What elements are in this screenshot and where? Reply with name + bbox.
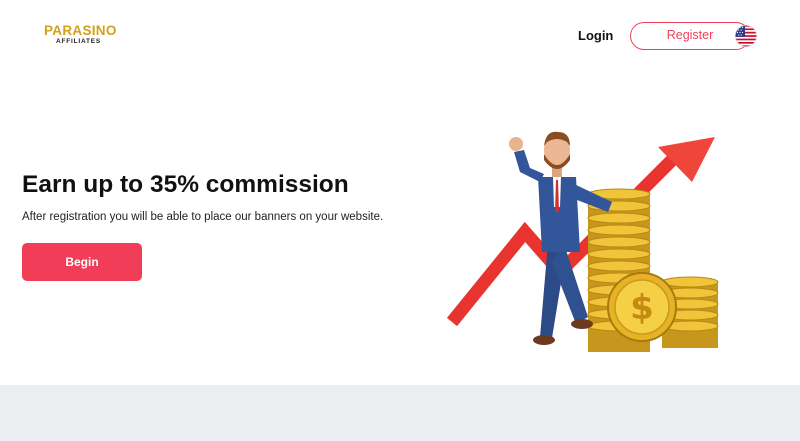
- hero-subtitle: After registration you will be able to p…: [22, 211, 384, 223]
- svg-text:$: $: [630, 288, 654, 328]
- hero-section: Earn up to 35% commission After registra…: [0, 72, 800, 385]
- hero-title: Earn up to 35% commission: [22, 171, 349, 198]
- lower-section-band: [0, 385, 800, 441]
- businessman-coins-arrow-illustration: $: [446, 131, 719, 352]
- logo-subtitle: AFFILIATES: [56, 38, 102, 45]
- us-flag-icon: [735, 25, 757, 47]
- login-link[interactable]: Login: [578, 28, 613, 44]
- parasino-affiliates-logo[interactable]: PARASINO AFFILIATES: [44, 24, 116, 50]
- top-navbar: PARASINO AFFILIATES Login Register: [0, 0, 800, 72]
- logo-wordmark: PARASINO: [44, 23, 117, 38]
- hero-illustration: $: [440, 112, 730, 352]
- language-selector[interactable]: [735, 25, 757, 47]
- register-button[interactable]: Register: [630, 22, 750, 50]
- coin-stack-icon: $: [587, 188, 719, 352]
- begin-button[interactable]: Begin: [22, 243, 142, 281]
